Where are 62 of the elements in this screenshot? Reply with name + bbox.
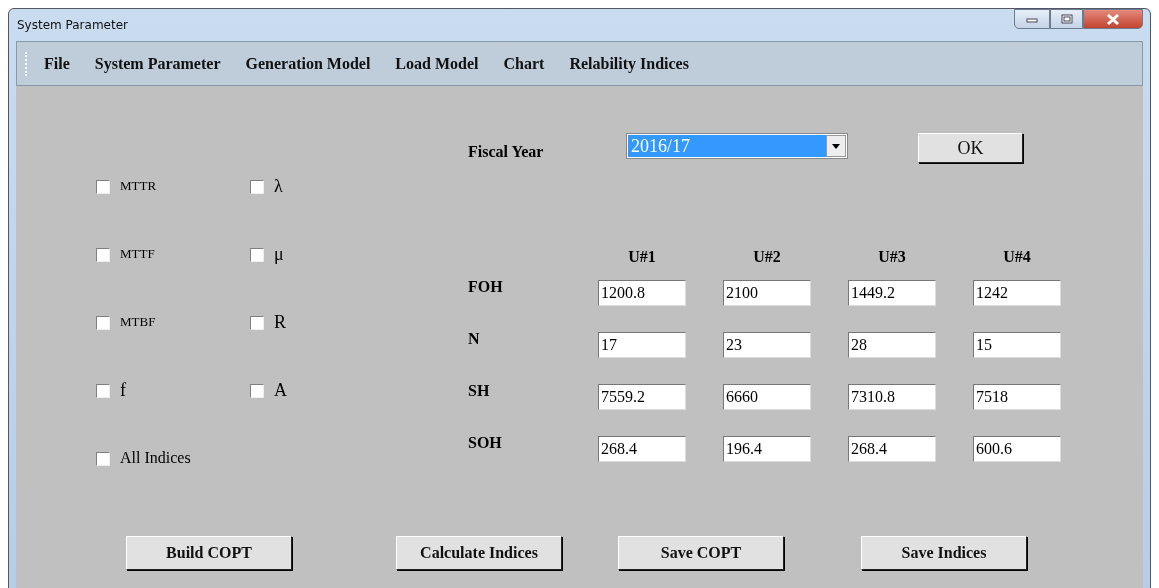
input-field[interactable]: 23 — [723, 332, 811, 358]
action-button[interactable]: Save COPT — [618, 536, 784, 570]
menu-item[interactable]: Generation Model — [245, 54, 371, 73]
field-label: Fiscal Year — [468, 142, 545, 161]
maximize-icon — [1060, 14, 1073, 24]
input-field[interactable]: 28 — [848, 332, 936, 358]
checkbox-label: MTBF — [120, 313, 156, 331]
checkbox-label: MTTR — [120, 177, 157, 195]
checkbox[interactable] — [96, 248, 110, 262]
row-label: SOH — [468, 433, 503, 452]
ok-button[interactable]: OK — [918, 133, 1023, 163]
checkbox-label: A — [274, 380, 287, 400]
checkbox-label: λ — [274, 176, 283, 196]
close-button[interactable] — [1083, 9, 1143, 29]
column-header: U#1 — [627, 248, 657, 266]
menu-item[interactable]: System Parameter — [94, 54, 221, 73]
caret-icon — [832, 143, 840, 149]
input-field[interactable]: 268.4 — [848, 436, 936, 462]
maximize-button[interactable] — [1050, 9, 1083, 29]
input-field[interactable]: 1242 — [973, 280, 1061, 306]
input-field[interactable]: 600.6 — [973, 436, 1061, 462]
menu-item[interactable]: File — [44, 54, 70, 73]
checkbox[interactable] — [96, 452, 110, 466]
column-header: U#2 — [752, 248, 782, 266]
input-field[interactable]: 6660 — [723, 384, 811, 410]
checkbox-label: μ — [274, 244, 284, 264]
input-field[interactable]: 268.4 — [598, 436, 686, 462]
input-field[interactable]: 1200.8 — [598, 280, 686, 306]
checkbox-label: R — [274, 312, 286, 332]
input-field[interactable]: 7559.2 — [598, 384, 686, 410]
column-header: U#3 — [877, 248, 907, 266]
input-field[interactable]: 196.4 — [723, 436, 811, 462]
checkbox[interactable] — [96, 384, 110, 398]
minimize-button[interactable] — [1014, 9, 1050, 29]
checkbox[interactable] — [96, 180, 110, 194]
input-field[interactable]: 2100 — [723, 280, 811, 306]
row-label: N — [468, 329, 481, 348]
close-icon — [1106, 13, 1120, 25]
checkbox[interactable] — [96, 316, 110, 330]
action-button[interactable]: Build COPT — [126, 536, 292, 570]
input-field[interactable]: 7310.8 — [848, 384, 936, 410]
action-button[interactable]: Calculate Indices — [396, 536, 562, 570]
checkbox[interactable] — [250, 180, 264, 194]
menu-item[interactable]: Chart — [503, 54, 545, 73]
menu-item[interactable]: Load Model — [395, 54, 479, 73]
checkbox[interactable] — [250, 248, 264, 262]
input-field[interactable]: 1449.2 — [848, 280, 936, 306]
window-title: System Parameter — [16, 18, 128, 32]
checkbox-label: f — [120, 380, 126, 400]
row-label: SH — [468, 381, 491, 400]
input-field[interactable]: 7518 — [973, 384, 1061, 410]
menu-item[interactable]: Relability Indices — [569, 54, 689, 73]
action-button[interactable]: Save Indices — [861, 536, 1027, 570]
input-field[interactable]: 17 — [598, 332, 686, 358]
minimize-icon — [1026, 15, 1038, 23]
checkbox-label: All Indices — [120, 448, 191, 468]
row-label: FOH — [468, 277, 504, 296]
checkbox[interactable] — [250, 384, 264, 398]
checkbox-label: MTTF — [120, 245, 155, 263]
input-field[interactable]: 15 — [973, 332, 1061, 358]
column-header: U#4 — [1002, 248, 1032, 266]
checkbox[interactable] — [250, 316, 264, 330]
